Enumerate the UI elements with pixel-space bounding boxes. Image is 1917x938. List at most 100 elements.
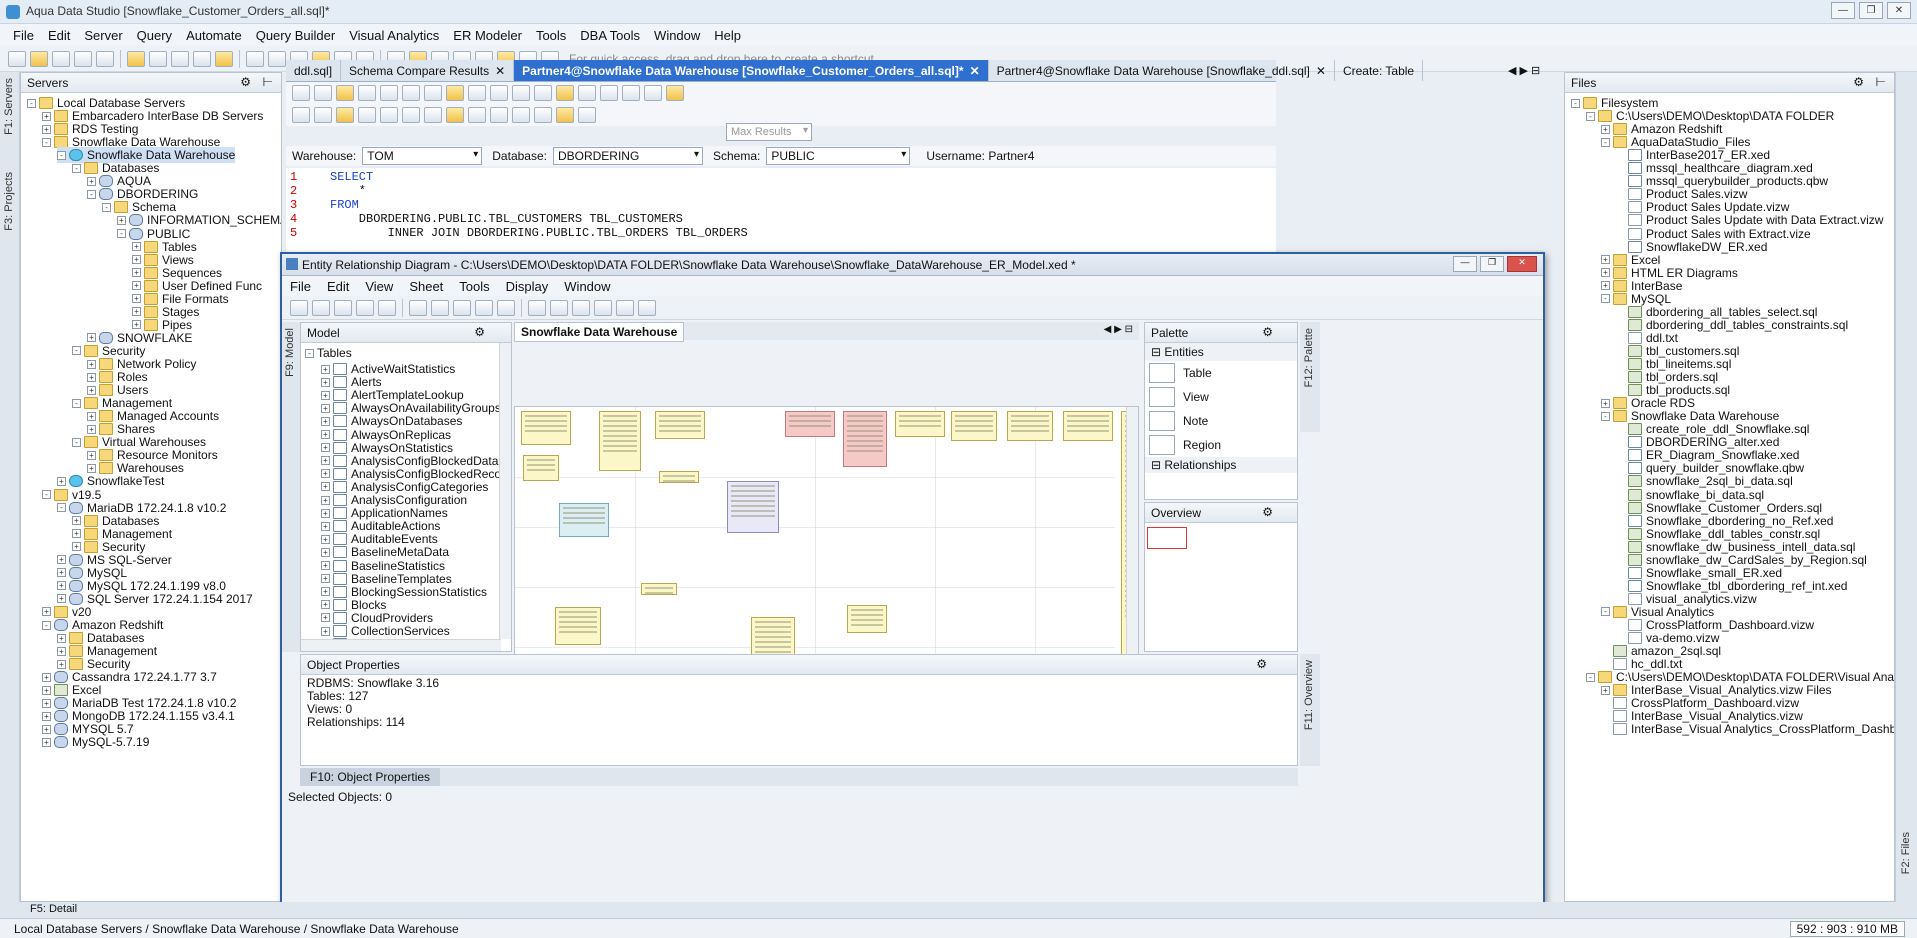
expand-toggle-icon[interactable]: + [57,555,66,565]
expand-toggle-icon[interactable]: + [321,521,330,531]
er-tool-icon[interactable] [290,299,308,316]
files-rail-tab[interactable]: F2: Files [1900,832,1912,874]
files-gear-icon[interactable]: ⚙ [1853,75,1864,89]
expand-toggle-icon[interactable]: - [57,150,66,160]
er-menu-sheet[interactable]: Sheet [409,279,443,294]
menu-tools[interactable]: Tools [536,28,566,43]
er-menu-display[interactable]: Display [506,279,549,294]
er-tool-icon[interactable] [594,299,612,316]
er-menu-edit[interactable]: Edit [327,279,349,294]
editor-tool-icon[interactable] [644,85,662,101]
editor-tool-icon[interactable] [666,85,684,101]
expand-toggle-icon[interactable]: + [1601,124,1610,134]
expand-toggle-icon[interactable]: + [42,672,51,682]
expand-toggle-icon[interactable]: + [321,613,330,623]
expand-toggle-icon[interactable]: + [321,547,330,557]
toolbar-button-icon[interactable] [149,50,167,67]
er-tool-icon[interactable] [312,299,330,316]
editor-tool-icon[interactable] [292,85,310,101]
toolbar-button-icon[interactable] [215,50,233,67]
expand-toggle-icon[interactable]: + [132,281,141,291]
expand-toggle-icon[interactable]: + [42,111,51,121]
memory-indicator[interactable]: 592 : 903 : 910 MB [1789,921,1905,937]
overview-gear-icon[interactable]: ⚙ [1262,505,1273,519]
expand-toggle-icon[interactable]: + [321,469,330,479]
expand-toggle-icon[interactable]: - [102,202,111,212]
detail-tab[interactable]: F5: Detail [30,903,77,915]
palette-section-entities[interactable]: ⊟ Entities [1145,343,1297,361]
expand-toggle-icon[interactable]: + [132,255,141,265]
expand-toggle-icon[interactable]: + [132,307,141,317]
palette-gear-icon[interactable]: ⚙ [1262,325,1273,339]
er-restore-button[interactable]: ❐ [1480,256,1504,272]
diagram-entity[interactable] [951,411,997,441]
er-tool-icon[interactable] [528,299,546,316]
expand-toggle-icon[interactable]: + [321,587,330,597]
expand-toggle-icon[interactable]: - [42,137,51,147]
expand-toggle-icon[interactable]: + [321,456,330,466]
max-results-input[interactable]: Max Results [726,123,812,141]
palette-rail-tab[interactable]: F12: Palette [1303,328,1315,387]
editor-tool-icon[interactable] [622,85,640,101]
restore-button[interactable]: ❐ [1859,2,1883,19]
expand-toggle-icon[interactable]: + [87,424,96,434]
expand-toggle-icon[interactable]: + [321,377,330,387]
expand-toggle-icon[interactable]: + [117,215,126,225]
menu-query[interactable]: Query [137,28,172,43]
er-tool-icon[interactable] [497,299,515,316]
er-tool-icon[interactable] [378,299,396,316]
diagram-entity[interactable] [843,411,887,467]
palette-item-table[interactable]: Table [1145,361,1297,385]
er-minimize-button[interactable]: — [1453,256,1477,272]
expand-toggle-icon[interactable]: - [1586,111,1595,121]
editor-tool-icon[interactable] [556,85,574,101]
diagram-entity[interactable] [555,607,601,645]
expand-toggle-icon[interactable]: + [72,542,81,552]
editor-tool-icon[interactable] [358,85,376,101]
tab-nav-arrows[interactable]: ◀ ▶ ⊟ [1508,64,1540,77]
palette-item-note[interactable]: Note [1145,409,1297,433]
diagram-entity[interactable] [1007,411,1053,441]
tab-close-icon[interactable]: ✕ [970,64,980,78]
canvas-vscroll[interactable] [1126,407,1138,695]
menu-er-modeler[interactable]: ER Modeler [453,28,522,43]
editor-tool-icon[interactable] [314,107,332,123]
expand-toggle-icon[interactable]: - [1601,411,1610,421]
expand-toggle-icon[interactable]: + [57,594,66,604]
model-rail-tab[interactable]: F9: Model [284,328,296,377]
toolbar-button-icon[interactable] [127,50,145,67]
er-tool-icon[interactable] [409,299,427,316]
expand-toggle-icon[interactable]: + [321,403,330,413]
editor-tool-icon[interactable] [380,85,398,101]
palette-item-view[interactable]: View [1145,385,1297,409]
menu-edit[interactable]: Edit [48,28,70,43]
toolbar-button-icon[interactable] [268,50,286,67]
minimize-button[interactable]: — [1831,2,1855,19]
expand-toggle-icon[interactable]: + [87,411,96,421]
expand-toggle-icon[interactable]: + [321,364,330,374]
overview-viewport[interactable] [1147,527,1187,549]
er-tool-icon[interactable] [356,299,374,316]
menu-automate[interactable]: Automate [186,28,242,43]
expand-toggle-icon[interactable]: + [321,534,330,544]
menu-help[interactable]: Help [714,28,741,43]
editor-tool-icon[interactable] [600,85,618,101]
editor-tool-icon[interactable] [490,107,508,123]
editor-tool-icon[interactable] [468,107,486,123]
expand-toggle-icon[interactable]: + [87,176,96,186]
toolbar-button-icon[interactable] [74,50,92,67]
editor-tool-icon[interactable] [402,107,420,123]
diagram-entity[interactable] [521,411,571,445]
expand-toggle-icon[interactable]: + [321,495,330,505]
expand-toggle-icon[interactable]: + [132,242,141,252]
expand-toggle-icon[interactable]: + [57,646,66,656]
expand-toggle-icon[interactable]: + [321,430,330,439]
expand-toggle-icon[interactable]: + [87,333,96,343]
panel-minimize-icon[interactable]: ⊢ [263,75,273,89]
close-button[interactable]: ✕ [1887,2,1911,19]
model-vscroll[interactable] [499,343,511,639]
diagram-entity[interactable] [1063,411,1113,441]
editor-tool-icon[interactable] [380,107,398,123]
expand-toggle-icon[interactable]: + [87,450,96,460]
toolbar-button-icon[interactable] [246,50,264,67]
